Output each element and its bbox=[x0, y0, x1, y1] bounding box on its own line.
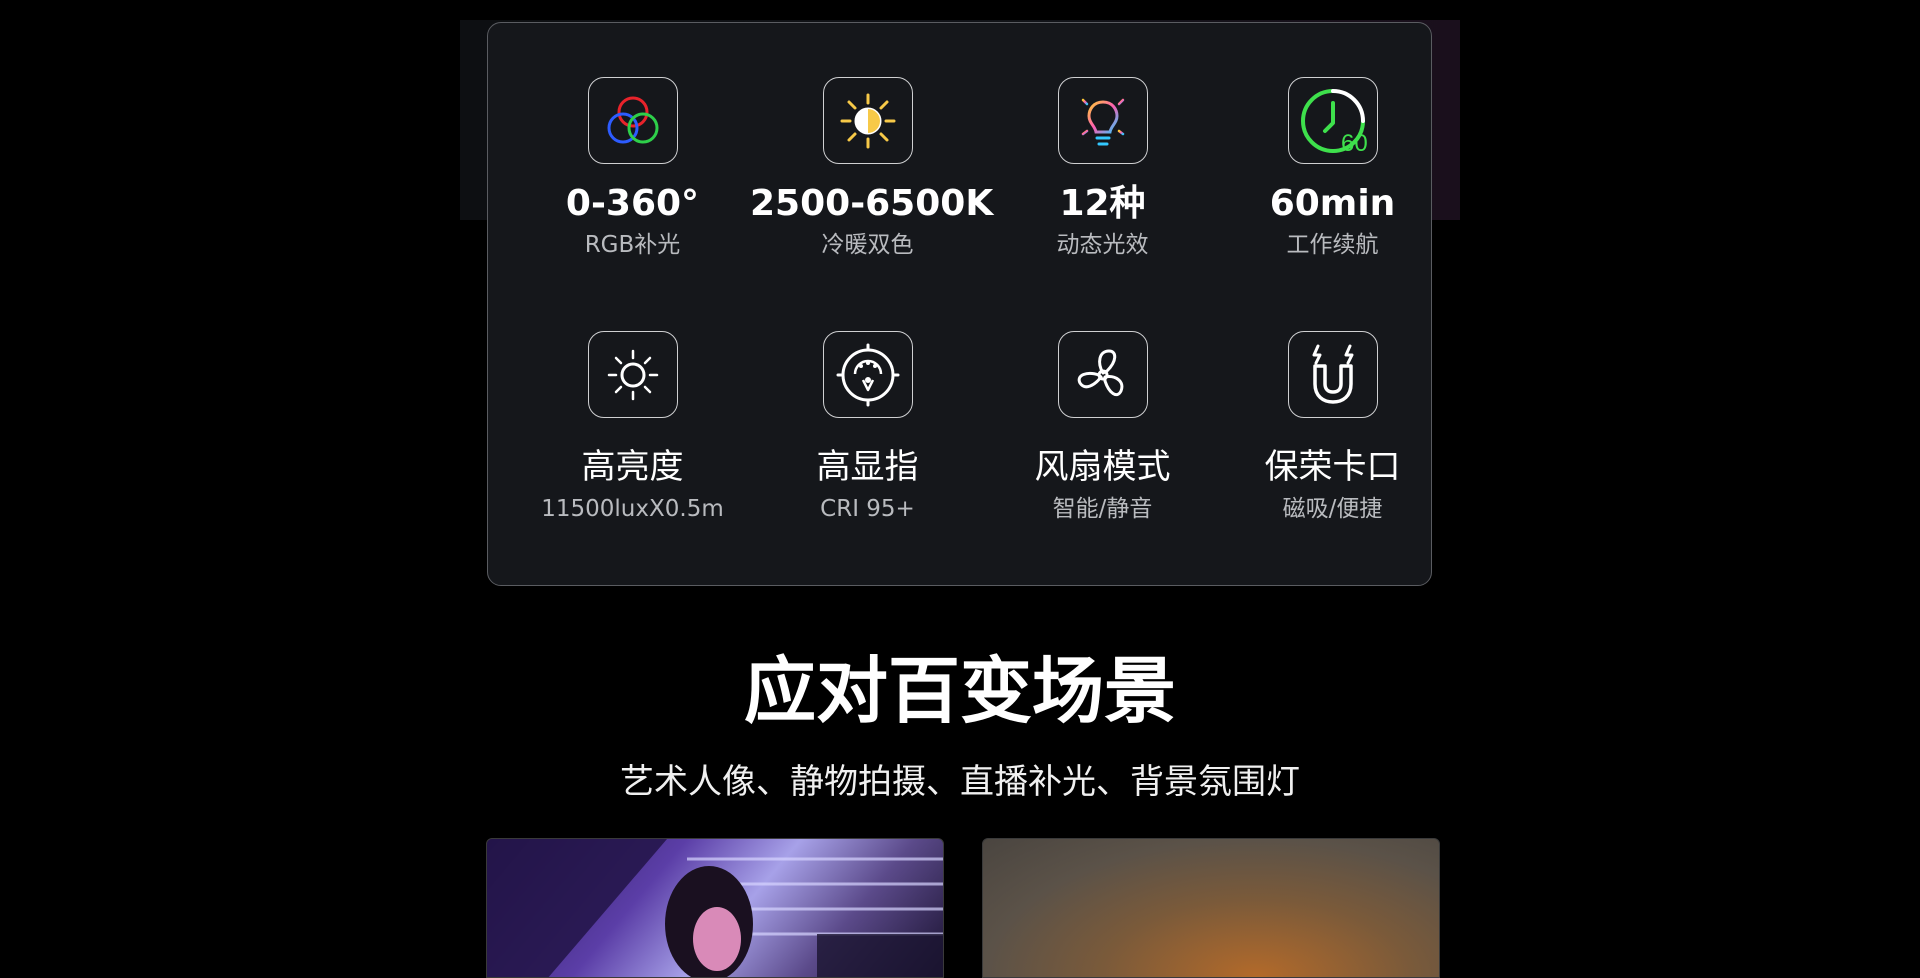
section-subtitle: 艺术人像、静物拍摄、直播补光、背景氛围灯 bbox=[620, 762, 1300, 802]
spec-value: 0-360° bbox=[565, 183, 700, 224]
spec-label: 11500luxX0.5m bbox=[541, 496, 724, 522]
scene-photo-still-life bbox=[982, 838, 1440, 978]
spec-item-fan: 风扇模式 智能/静音 bbox=[985, 331, 1220, 521]
lightbulb-icon bbox=[1057, 77, 1148, 164]
spec-value: 2500-6500K bbox=[750, 183, 994, 224]
spec-item-brightness: 高亮度 11500luxX0.5m bbox=[515, 331, 750, 521]
clock-60-icon: 60 bbox=[1287, 77, 1378, 164]
spec-label: 工作续航 bbox=[1286, 232, 1379, 258]
spec-item-effects: 12种 动态光效 bbox=[985, 77, 1220, 257]
spec-value: 高亮度 bbox=[581, 447, 684, 487]
spec-value: 风扇模式 bbox=[1034, 447, 1171, 487]
half-sun-icon bbox=[822, 77, 913, 164]
spec-label: 冷暖双色 bbox=[821, 232, 914, 258]
spec-label: 智能/静音 bbox=[1052, 496, 1153, 522]
spec-label: RGB补光 bbox=[584, 232, 681, 258]
section-title: 应对百变场景 bbox=[743, 649, 1176, 733]
spec-item-cri: 高显指 CRI 95+ bbox=[750, 331, 985, 521]
spec-value: 60min bbox=[1269, 183, 1396, 224]
spec-value: 高显指 bbox=[816, 447, 919, 487]
spec-item-battery: 60 60min 工作续航 bbox=[1215, 77, 1450, 257]
sun-icon bbox=[587, 331, 678, 418]
clock-60-text: 60 bbox=[1341, 130, 1368, 157]
spec-panel: 0-360° RGB补光 2500-6500K 冷暖双色 12种 动态光效 60… bbox=[487, 22, 1432, 586]
spec-item-mount: 保荣卡口 磁吸/便捷 bbox=[1215, 331, 1450, 521]
portrait-illustration bbox=[487, 839, 943, 977]
spec-value: 保荣卡口 bbox=[1264, 447, 1401, 487]
spec-label: CRI 95+ bbox=[820, 496, 915, 522]
rgb-circles-icon bbox=[587, 77, 678, 164]
spec-item-color-temp: 2500-6500K 冷暖双色 bbox=[750, 77, 994, 258]
cri-dial-icon bbox=[822, 331, 913, 418]
spec-label: 磁吸/便捷 bbox=[1282, 496, 1383, 522]
spec-item-rgb: 0-360° RGB补光 bbox=[515, 77, 750, 257]
fan-icon bbox=[1057, 331, 1148, 418]
magnet-icon bbox=[1287, 331, 1378, 418]
spec-value: 12种 bbox=[1059, 183, 1146, 224]
spec-label: 动态光效 bbox=[1056, 232, 1149, 258]
scene-photo-portrait bbox=[486, 838, 944, 978]
